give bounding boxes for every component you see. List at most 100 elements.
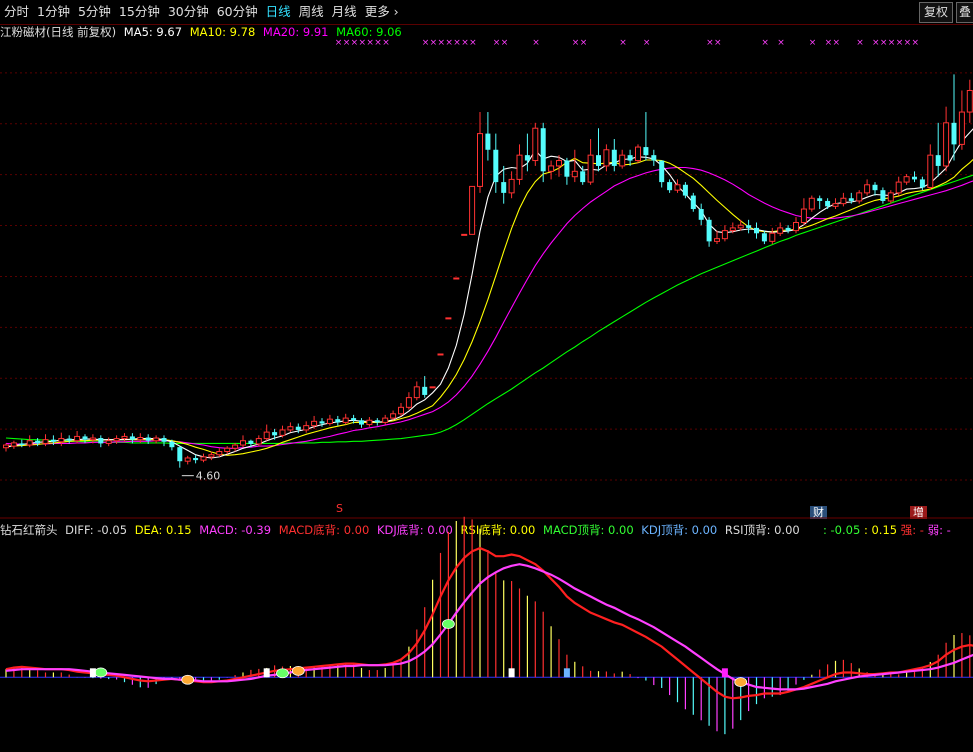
- candle-body: [153, 437, 160, 442]
- candle-body: [10, 442, 17, 447]
- candle-body: [429, 386, 436, 389]
- candle-body: [105, 440, 112, 444]
- candle-body: [556, 160, 562, 167]
- candle-body: [603, 149, 610, 167]
- candle-body: [66, 438, 72, 441]
- candle-body: [469, 185, 476, 235]
- candle-body: [832, 203, 839, 207]
- candle-body: [113, 438, 120, 442]
- candle-body: [422, 386, 428, 395]
- candle-body: [184, 457, 191, 462]
- candle-body: [326, 418, 333, 424]
- candle-body: [193, 457, 199, 461]
- candle-body: [437, 353, 444, 356]
- candle-body: [382, 417, 389, 423]
- candle-body: [461, 233, 468, 236]
- candle-body: [58, 438, 65, 443]
- signal-cross: ×: [880, 38, 888, 48]
- candle-body: [777, 227, 784, 234]
- candle-body: [714, 238, 720, 242]
- diamond-marker: [94, 667, 108, 678]
- signal-cross: ×: [872, 38, 880, 48]
- candle-body: [516, 154, 523, 180]
- candle-body: [50, 439, 56, 442]
- candle-body: [903, 176, 910, 183]
- candle-body: [927, 154, 934, 188]
- candle-body: [89, 437, 96, 441]
- candle-body: [587, 154, 594, 183]
- signal-cross: ×: [714, 38, 722, 48]
- signal-cross: ×: [706, 38, 714, 48]
- candle-body: [895, 181, 902, 194]
- candle-body: [255, 438, 262, 445]
- candle-body: [169, 441, 175, 448]
- candle-body: [82, 436, 88, 440]
- candle-body: [74, 435, 81, 442]
- signal-cross: ×: [572, 38, 580, 48]
- candle-body: [366, 419, 373, 426]
- diamond-marker: [291, 665, 305, 676]
- candle-body: [919, 179, 925, 188]
- candle-body: [840, 197, 847, 205]
- signal-cross: ×: [374, 38, 382, 48]
- candle-body: [793, 222, 799, 232]
- candle-body: [390, 413, 397, 419]
- candle-body: [319, 421, 325, 424]
- signal-cross: ×: [445, 38, 453, 48]
- signal-cross: ×: [643, 38, 651, 48]
- candle-body: [279, 429, 286, 436]
- candle-body: [177, 447, 183, 462]
- candle-body: [754, 227, 759, 234]
- signal-cross: ×: [335, 38, 343, 48]
- signal-cross: ×: [382, 38, 390, 48]
- candle-body: [19, 443, 25, 446]
- candle-body: [445, 317, 452, 320]
- candle-body: [493, 149, 499, 183]
- signal-cross: ×: [501, 38, 509, 48]
- signal-cross: ×: [825, 38, 833, 48]
- candle-body: [508, 178, 515, 194]
- signal-cross: ×: [904, 38, 912, 48]
- low-price-label: 4.60: [196, 470, 221, 483]
- candle-body: [240, 440, 246, 446]
- candle-body: [398, 406, 404, 415]
- candle-body: [785, 227, 791, 231]
- candle-body: [129, 436, 135, 440]
- candle-body: [501, 182, 507, 193]
- signal-cross: ×: [912, 38, 920, 48]
- signal-cross: ×: [343, 38, 351, 48]
- signal-cross: ×: [619, 38, 627, 48]
- signal-square: [508, 668, 515, 678]
- signal-cross: ×: [493, 38, 501, 48]
- candle-body: [303, 425, 310, 431]
- signal-cross: ×: [580, 38, 588, 48]
- candle-body: [880, 190, 886, 201]
- signal-cross: ×: [453, 38, 461, 48]
- diamond-marker: [276, 668, 289, 679]
- signal-cross: ×: [351, 38, 359, 48]
- candle-body: [659, 160, 665, 183]
- candle-body: [26, 440, 33, 446]
- candle-body: [413, 386, 420, 399]
- candle-body: [635, 146, 641, 162]
- candle-body: [351, 418, 357, 421]
- signal-cross: ×: [469, 38, 477, 48]
- signal-square: [89, 668, 96, 678]
- candle-body: [571, 170, 578, 178]
- candle-body: [342, 417, 349, 423]
- candle-body: [729, 227, 736, 232]
- candle-body: [485, 133, 491, 150]
- candle-body: [121, 435, 128, 440]
- signal-cross: ×: [809, 38, 817, 48]
- candle-body: [887, 192, 894, 202]
- candle-body: [263, 431, 270, 440]
- candle-body: [335, 419, 341, 423]
- signal-cross: ×: [461, 38, 469, 48]
- candle-body: [137, 436, 144, 441]
- kline-chart[interactable]: 4.60× × × × × × × × × × × × × × × × × × × × × × × × × × × × × × × × × × ×: [0, 0, 973, 752]
- candle-body: [769, 232, 776, 242]
- candle-body: [98, 438, 104, 444]
- candle-body: [232, 444, 239, 449]
- candle-body: [651, 155, 657, 161]
- candle-body: [872, 184, 878, 191]
